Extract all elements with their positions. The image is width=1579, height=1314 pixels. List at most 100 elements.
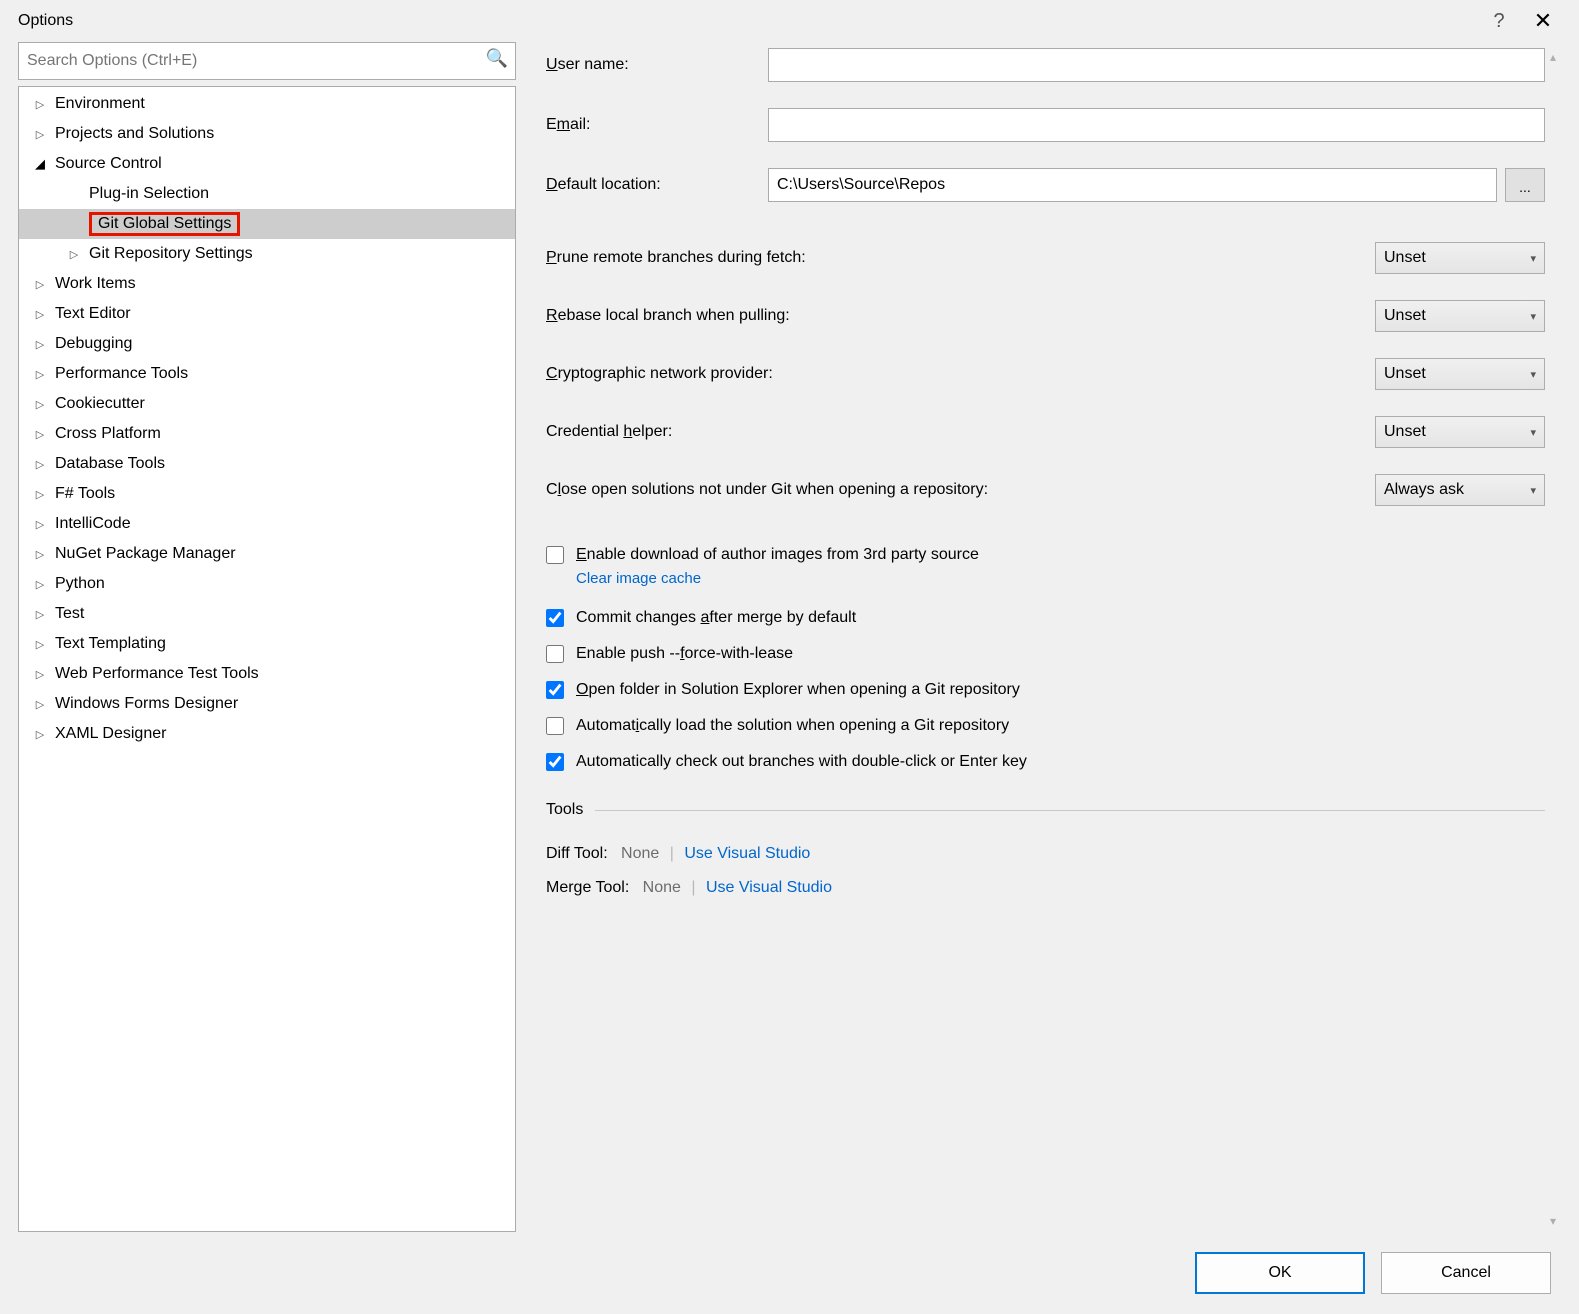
tree-item[interactable]: ▷ Environment	[19, 89, 515, 119]
crypto-combo[interactable]: Unset▾	[1375, 358, 1545, 390]
tree-item[interactable]: ▷Debugging	[19, 329, 515, 359]
tree-collapsed-icon[interactable]: ▷	[31, 128, 49, 141]
divider	[595, 810, 1545, 811]
browse-button[interactable]: ...	[1505, 168, 1545, 202]
dialog-footer: OK Cancel	[0, 1232, 1579, 1314]
tree-item[interactable]: ▷Text Templating	[19, 629, 515, 659]
tree-item[interactable]: ▷IntelliCode	[19, 509, 515, 539]
tree-item[interactable]: ◢Source Control	[19, 149, 515, 179]
tree-collapsed-icon[interactable]: ▷	[31, 98, 49, 111]
tree-collapsed-icon[interactable]: ▷	[31, 698, 49, 711]
prune-label: Prune remote branches during fetch:	[546, 249, 1375, 267]
tree-item[interactable]: ▷ Windows Forms Designer	[19, 689, 515, 719]
ok-button[interactable]: OK	[1195, 1252, 1365, 1294]
enable-force-push-checkbox[interactable]	[546, 645, 564, 663]
tree-item-label: Git Repository Settings	[89, 245, 253, 263]
tree-item[interactable]: ▷Cross Platform	[19, 419, 515, 449]
tree-item-label: Python	[55, 575, 105, 593]
default-location-input[interactable]	[768, 168, 1497, 202]
tree-collapsed-icon[interactable]: ▷	[31, 578, 49, 591]
open-folder-explorer-checkbox[interactable]	[546, 681, 564, 699]
diff-tool-use-vs-link[interactable]: Use Visual Studio	[684, 845, 810, 862]
tree-collapsed-icon[interactable]: ▷	[31, 488, 49, 501]
tree-item-label: Environment	[55, 95, 145, 113]
tree-collapsed-icon[interactable]: ▷	[31, 338, 49, 351]
tree-item[interactable]: ▷Cookiecutter	[19, 389, 515, 419]
commit-after-merge-checkbox[interactable]	[546, 609, 564, 627]
tree-item[interactable]: ▷Database Tools	[19, 449, 515, 479]
close-solutions-combo[interactable]: Always ask▾	[1375, 474, 1545, 506]
chevron-down-icon: ▾	[1530, 368, 1536, 381]
close-icon[interactable]: ✕	[1521, 8, 1565, 34]
tree-item[interactable]: ▷ Git Repository Settings	[19, 239, 515, 269]
tree-collapsed-icon[interactable]: ▷	[31, 278, 49, 291]
scrollbar[interactable]: ▴ ▾	[1545, 48, 1561, 1232]
tree-item[interactable]: ▷Text Editor	[19, 299, 515, 329]
open-folder-explorer-label: Open folder in Solution Explorer when op…	[576, 681, 1020, 699]
cred-helper-label: Credential helper:	[546, 423, 1375, 441]
rebase-combo[interactable]: Unset▾	[1375, 300, 1545, 332]
tree-item-label: Windows Forms Designer	[55, 695, 238, 713]
tree-collapsed-icon[interactable]: ▷	[31, 368, 49, 381]
options-tree[interactable]: ▷ Environment ▷Projects and Solutions◢Sour…	[18, 86, 516, 1232]
tree-item[interactable]: ▷Projects and Solutions	[19, 119, 515, 149]
auto-checkout-branches-checkbox[interactable]	[546, 753, 564, 771]
auto-checkout-branches-label: Automatically check out branches with do…	[576, 753, 1027, 771]
tree-item[interactable]: ▷Web Performance Test Tools	[19, 659, 515, 689]
help-icon[interactable]: ?	[1477, 10, 1521, 33]
tree-item[interactable]: ▷NuGet Package Manager	[19, 539, 515, 569]
close-solutions-label: Close open solutions not under Git when …	[546, 481, 1375, 499]
enable-download-images-label: Enable download of author images from 3r…	[576, 546, 979, 564]
tree-collapsed-icon[interactable]: ▷	[31, 638, 49, 651]
tree-collapsed-icon[interactable]: ▷	[65, 248, 83, 261]
tree-item[interactable]: ▷ Test	[19, 599, 515, 629]
tree-collapsed-icon[interactable]: ▷	[31, 458, 49, 471]
dialog-title: Options	[18, 12, 1477, 30]
tree-item[interactable]: ▷ Performance Tools	[19, 359, 515, 389]
tree-item-label: Work Items	[55, 275, 136, 293]
rebase-label: Rebase local branch when pulling:	[546, 307, 1375, 325]
search-input[interactable]	[18, 42, 516, 80]
tools-section-header: Tools	[546, 801, 583, 819]
tree-item-label: Git Global Settings	[89, 212, 240, 236]
tree-collapsed-icon[interactable]: ▷	[31, 428, 49, 441]
tree-expanded-icon[interactable]: ◢	[31, 156, 49, 172]
tree-item-label: Performance Tools	[55, 365, 188, 383]
tree-item-label: Test	[55, 605, 84, 623]
tree-item[interactable]: Git Global Settings	[19, 209, 515, 239]
cred-helper-combo[interactable]: Unset▾	[1375, 416, 1545, 448]
commit-after-merge-label: Commit changes after merge by default	[576, 609, 856, 627]
tree-item[interactable]: ▷ Work Items	[19, 269, 515, 299]
tree-collapsed-icon[interactable]: ▷	[31, 398, 49, 411]
tree-collapsed-icon[interactable]: ▷	[31, 608, 49, 621]
tree-item[interactable]: ▷ Python	[19, 569, 515, 599]
options-dialog: Options ? ✕ 🔍 ▷Environment▷Projects and …	[0, 0, 1579, 1314]
tree-collapsed-icon[interactable]: ▷	[31, 728, 49, 741]
enable-download-images-checkbox[interactable]	[546, 546, 564, 564]
auto-load-solution-checkbox[interactable]	[546, 717, 564, 735]
merge-tool-use-vs-link[interactable]: Use Visual Studio	[706, 879, 832, 896]
tree-item[interactable]: ▷XAML Designer	[19, 719, 515, 749]
cancel-button[interactable]: Cancel	[1381, 1252, 1551, 1294]
scroll-up-icon[interactable]: ▴	[1550, 50, 1556, 64]
username-input[interactable]	[768, 48, 1545, 82]
crypto-label: Cryptographic network provider:	[546, 365, 1375, 383]
email-input[interactable]	[768, 108, 1545, 142]
tree-item[interactable]: Plug-in Selection	[19, 179, 515, 209]
auto-load-solution-label: Automatically load the solution when ope…	[576, 717, 1009, 735]
tree-collapsed-icon[interactable]: ▷	[31, 308, 49, 321]
tree-collapsed-icon[interactable]: ▷	[31, 518, 49, 531]
titlebar: Options ? ✕	[0, 0, 1579, 42]
chevron-down-icon: ▾	[1530, 310, 1536, 323]
chevron-down-icon: ▾	[1530, 426, 1536, 439]
chevron-down-icon: ▾	[1530, 484, 1536, 497]
tree-item[interactable]: ▷F# Tools	[19, 479, 515, 509]
tree-collapsed-icon[interactable]: ▷	[31, 548, 49, 561]
scroll-down-icon[interactable]: ▾	[1550, 1214, 1556, 1228]
tree-collapsed-icon[interactable]: ▷	[31, 668, 49, 681]
default-location-label: Default location:	[546, 176, 768, 194]
merge-tool-row: Merge Tool: None | Use Visual Studio	[546, 879, 1545, 897]
clear-image-cache-link[interactable]: Clear image cache	[576, 570, 701, 587]
prune-combo[interactable]: Unset▾	[1375, 242, 1545, 274]
enable-force-push-label: Enable push --force-with-lease	[576, 645, 793, 663]
